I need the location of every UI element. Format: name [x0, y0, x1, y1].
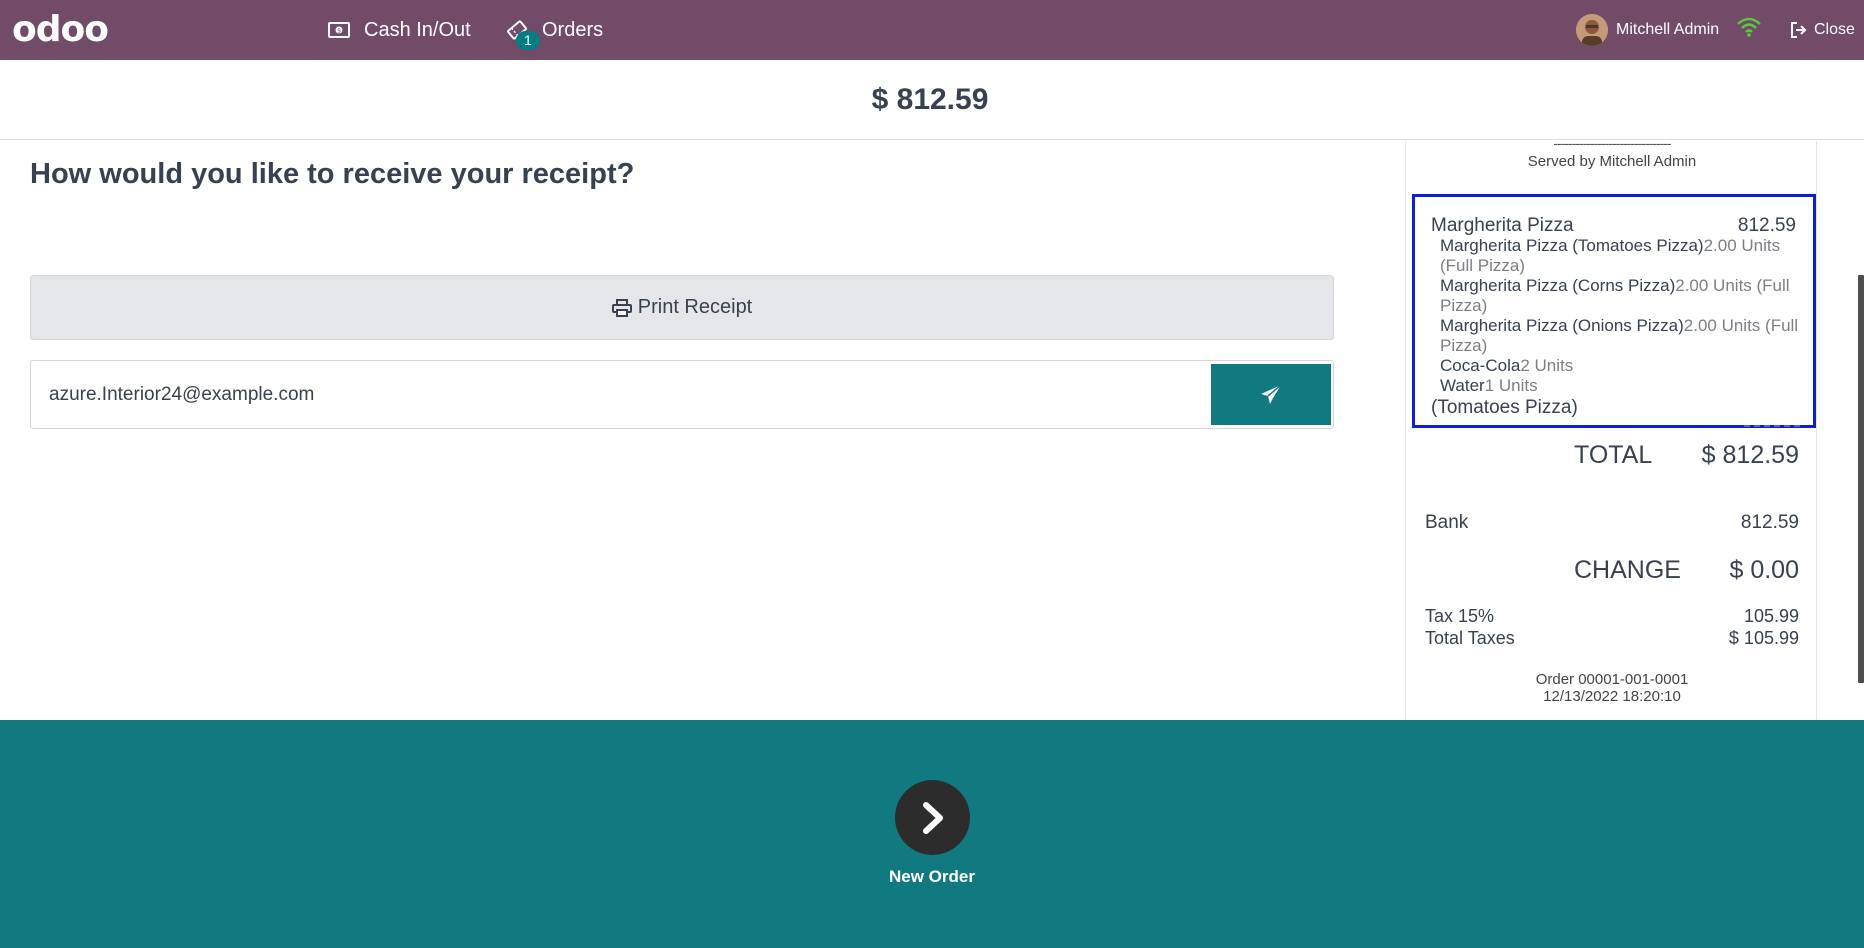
odoo-logo: odoo [12, 9, 109, 50]
change-label: CHANGE [1574, 556, 1681, 584]
print-receipt-label: Print Receipt [637, 296, 753, 318]
wifi-icon [1736, 16, 1762, 43]
tax-value: 105.99 [1743, 606, 1799, 626]
scrollbar[interactable] [1858, 275, 1864, 683]
list-item: Margherita Pizza (Tomatoes Pizza)2.00 Un… [1440, 236, 1781, 275]
total-taxes-label: Total Taxes [1425, 628, 1515, 648]
footer-bar: New Order [0, 720, 1864, 948]
total-label: TOTAL [1574, 441, 1653, 469]
top-bar: odoo $ Cash In/Out 1 Orders Mitchell Adm… [0, 0, 1864, 60]
change-value: $ 0.00 [1729, 556, 1799, 584]
email-row [30, 360, 1334, 429]
receipt-preview: -------------------------------- Served … [1405, 141, 1817, 720]
print-icon [611, 298, 632, 317]
line-main-price: 812.59 [1737, 215, 1796, 236]
receipt-separator: -------------------------------- [1553, 141, 1671, 151]
total-amount: $ 812.59 [871, 82, 989, 116]
order-lines-box: Margherita Pizza 812.59 Margherita Pizza… [1412, 194, 1816, 428]
new-order-label: New Order [889, 867, 975, 886]
order-date: 12/13/2022 18:20:10 [1543, 688, 1681, 705]
user-menu[interactable]: Mitchell Admin [1576, 0, 1719, 60]
line-note: (Tomatoes Pizza) [1431, 397, 1578, 418]
chevron-right-icon [922, 801, 943, 834]
user-name: Mitchell Admin [1616, 21, 1720, 38]
orders-label: Orders [542, 18, 604, 41]
cash-in-out-button[interactable]: $ Cash In/Out [328, 0, 471, 60]
orders-button[interactable]: 1 Orders [506, 0, 603, 60]
receipt-question: How would you like to receive your recei… [30, 158, 635, 190]
list-item: Margherita Pizza (Onions Pizza)2.00 Unit… [1440, 316, 1799, 355]
close-button[interactable]: Close [1790, 0, 1855, 60]
total-value: $ 812.59 [1701, 441, 1799, 469]
payment-method-value: 812.59 [1740, 512, 1799, 533]
email-input[interactable] [49, 375, 1229, 415]
cash-icon: $ [328, 22, 350, 38]
ticket-icon: 1 [506, 19, 540, 50]
list-item: Coca-Cola2 Units [1440, 356, 1574, 375]
order-reference: Order 00001-001-0001 [1535, 671, 1689, 688]
close-label: Close [1814, 21, 1855, 38]
svg-text:$: $ [337, 28, 341, 35]
orders-count-badge: 1 [516, 31, 540, 50]
payment-method-label: Bank [1425, 512, 1469, 533]
cash-in-out-label: Cash In/Out [364, 18, 471, 41]
list-item: Margherita Pizza (Corns Pizza)2.00 Units… [1440, 276, 1790, 315]
list-item: Water1 Units [1440, 376, 1538, 395]
new-order-button[interactable] [895, 780, 970, 855]
paper-plane-icon [1261, 383, 1282, 404]
amount-bar: $ 812.59 [0, 60, 1864, 140]
print-receipt-button[interactable]: Print Receipt [30, 275, 1334, 340]
line-main-name: Margherita Pizza [1431, 215, 1574, 236]
total-taxes-value: $ 105.99 [1728, 628, 1799, 648]
served-by: Served by Mitchell Admin [1527, 153, 1697, 170]
total-separator [1744, 425, 1800, 427]
tax-label: Tax 15% [1425, 606, 1495, 626]
sign-out-icon [1791, 22, 1807, 38]
send-email-button[interactable] [1211, 364, 1331, 425]
avatar [1576, 14, 1608, 46]
